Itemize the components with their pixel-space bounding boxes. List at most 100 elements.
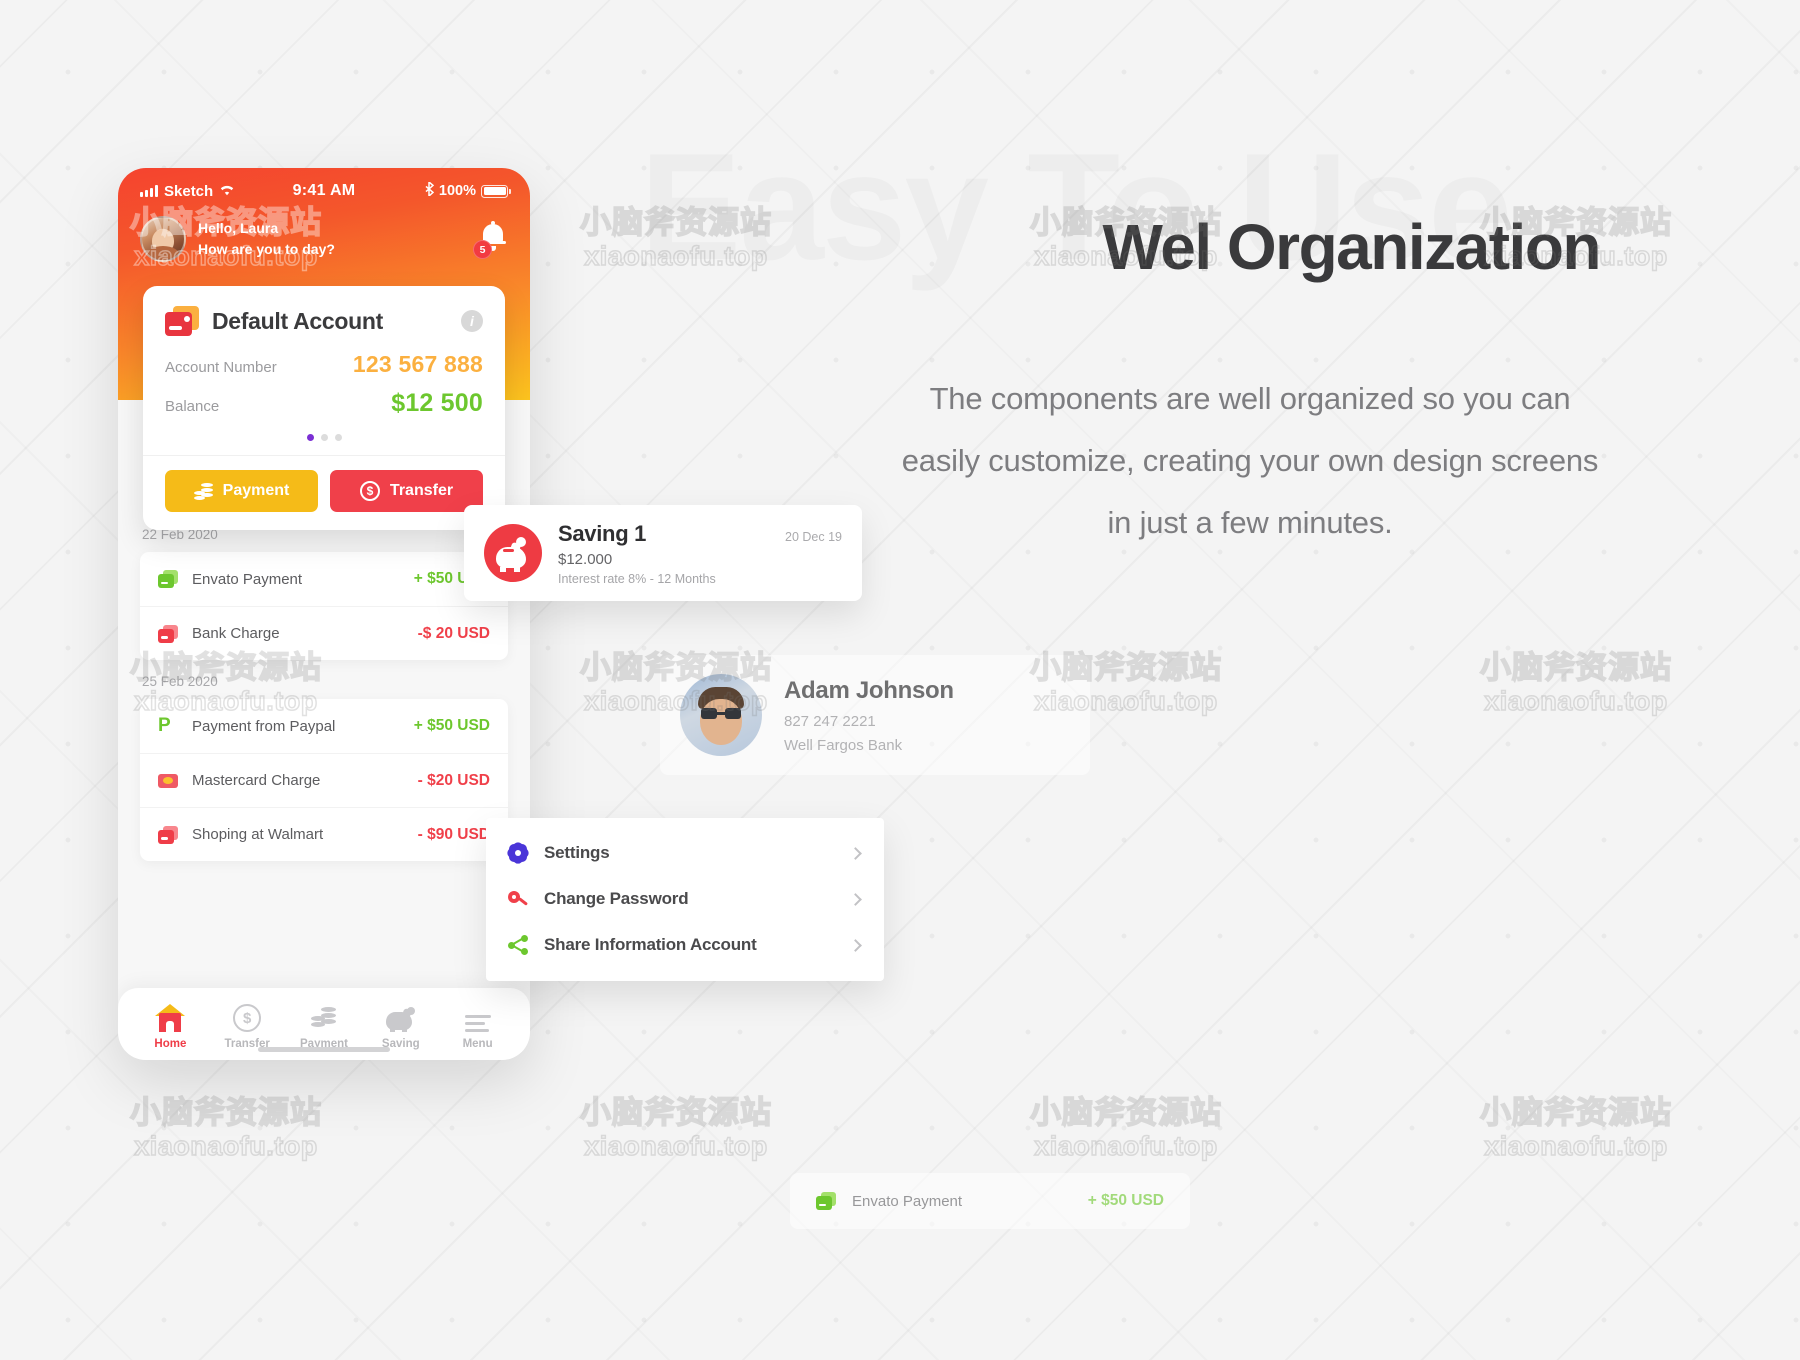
carousel-dot-3[interactable] bbox=[334, 434, 342, 441]
carrier-label: Sketch bbox=[164, 182, 214, 200]
wallet-red-icon bbox=[158, 825, 178, 844]
menu-item-change-password[interactable]: Change Password bbox=[486, 876, 884, 922]
coins-icon bbox=[193, 482, 213, 500]
status-time: 9:41 AM bbox=[292, 182, 356, 199]
settings-menu: Settings Change Password Share Informati… bbox=[486, 818, 884, 981]
transaction-name: Envato Payment bbox=[852, 1192, 963, 1210]
saving-card[interactable]: Saving 1 20 Dec 19 $12.000 Interest rate… bbox=[464, 505, 862, 601]
paypal-icon: P bbox=[158, 715, 171, 736]
transfer-button[interactable]: $ Transfer bbox=[330, 470, 483, 512]
menu-item-share-information-account[interactable]: Share Information Account bbox=[486, 922, 884, 968]
greeting-name: Hello, Laura bbox=[198, 220, 279, 236]
tab-saving[interactable]: Saving bbox=[362, 1002, 439, 1050]
default-account-card[interactable]: Default Account i Account Number 123 567… bbox=[143, 286, 505, 530]
transaction-amount: - $90 USD bbox=[417, 825, 490, 843]
menu-item-label: Share Information Account bbox=[544, 935, 757, 954]
status-bar: Sketch 9:41 AM 100% bbox=[118, 168, 530, 200]
phone-mockup: Sketch 9:41 AM 100% Hello, Laura How are… bbox=[118, 168, 530, 1060]
transfer-dollar-icon: $ bbox=[359, 481, 380, 501]
share-icon bbox=[508, 935, 528, 955]
transaction-name: Mastercard Charge bbox=[192, 772, 321, 789]
balance-value: $12 500 bbox=[391, 389, 483, 417]
account-title: Default Account bbox=[212, 307, 383, 334]
transfer-button-label: Transfer bbox=[389, 482, 454, 499]
transaction-name: Payment from Paypal bbox=[192, 717, 336, 735]
saving-amount: $12.000 bbox=[558, 550, 613, 568]
tab-menu[interactable]: Menu bbox=[439, 1002, 516, 1050]
payment-button-label: Payment bbox=[222, 482, 290, 499]
menu-item-label: Settings bbox=[544, 843, 610, 862]
wallet-green-icon bbox=[816, 1192, 836, 1210]
saving-date: 20 Dec 19 bbox=[785, 529, 842, 544]
balance-label: Balance bbox=[165, 398, 220, 415]
marketing-column: Wel Organization The components are well… bbox=[900, 210, 1602, 554]
profile-phone: 827 247 2221 bbox=[784, 712, 876, 730]
page-title: Wel Organization bbox=[1102, 211, 1601, 283]
transaction-group-date: 25 Feb 2020 bbox=[142, 674, 218, 689]
table-row[interactable]: Envato Payment + $50 USD bbox=[140, 552, 508, 606]
bluetooth-icon bbox=[425, 180, 435, 200]
gear-icon bbox=[505, 840, 531, 866]
transaction-amount: + $50 USD bbox=[1087, 1192, 1164, 1209]
transfer-icon: $ bbox=[233, 1004, 262, 1032]
home-icon bbox=[155, 1004, 186, 1032]
home-indicator bbox=[258, 1047, 390, 1052]
saving-interest-rate: Interest rate 8% - 12 Months bbox=[558, 571, 716, 586]
menu-item-settings[interactable]: Settings bbox=[486, 830, 884, 876]
piggy-bank-icon bbox=[385, 1007, 416, 1032]
menu-item-label: Change Password bbox=[544, 889, 689, 908]
transaction-group: Envato Payment + $50 USD Bank Charge -$ … bbox=[140, 552, 508, 660]
wallet-green-icon bbox=[158, 570, 178, 588]
chevron-right-icon bbox=[849, 846, 862, 860]
key-icon bbox=[508, 889, 528, 909]
tab-transfer[interactable]: $ Transfer bbox=[209, 1002, 286, 1050]
carousel-dot-1[interactable] bbox=[306, 434, 314, 441]
info-icon[interactable]: i bbox=[461, 310, 483, 332]
table-row[interactable]: P Payment from Paypal + $50 USD bbox=[140, 699, 508, 753]
battery-percent-label: 100% bbox=[438, 183, 477, 199]
chevron-right-icon bbox=[849, 892, 862, 906]
signal-bars-icon bbox=[140, 185, 158, 197]
greeting-row: Hello, Laura How are you to day? 5 bbox=[118, 200, 530, 262]
tab-label: Home bbox=[154, 1038, 187, 1050]
transaction-amount: + $50 USD bbox=[413, 717, 490, 734]
table-row[interactable]: Shoping at Walmart - $90 USD bbox=[140, 807, 508, 861]
profile-name: Adam Johnson bbox=[784, 676, 954, 704]
chevron-right-icon bbox=[849, 938, 862, 952]
transaction-group: P Payment from Paypal + $50 USD Masterca… bbox=[140, 699, 508, 861]
marketing-paragraph: The components are well organized so you… bbox=[901, 381, 1599, 540]
notification-badge: 5 bbox=[473, 240, 492, 259]
hamburger-menu-icon bbox=[464, 1014, 491, 1032]
carousel-dots[interactable] bbox=[143, 418, 505, 455]
account-number-label: Account Number bbox=[165, 359, 277, 376]
piggy-bank-icon bbox=[484, 524, 542, 582]
bottom-tab-bar: Home $ Transfer Payment Saving Menu bbox=[118, 988, 530, 1060]
carousel-dot-2[interactable] bbox=[320, 434, 328, 441]
table-row[interactable]: Bank Charge -$ 20 USD bbox=[140, 606, 508, 660]
wifi-icon bbox=[219, 183, 235, 200]
payment-coins-icon bbox=[310, 1006, 337, 1032]
greeting-question: How are you to day? bbox=[198, 241, 335, 257]
transaction-amount: -$ 20 USD bbox=[417, 624, 490, 642]
wallet-icon bbox=[165, 306, 199, 336]
payment-button[interactable]: Payment bbox=[165, 470, 318, 512]
table-row[interactable]: Mastercard Charge - $20 USD bbox=[140, 753, 508, 807]
tab-payment[interactable]: Payment bbox=[286, 1002, 363, 1050]
mastercard-icon bbox=[158, 773, 178, 788]
profile-card[interactable]: Adam Johnson 827 247 2221 Well Fargos Ba… bbox=[660, 655, 1090, 775]
transaction-amount: - $20 USD bbox=[417, 771, 490, 789]
transaction-name: Bank Charge bbox=[192, 625, 280, 642]
user-avatar[interactable] bbox=[140, 216, 186, 262]
tab-home[interactable]: Home bbox=[132, 1002, 209, 1050]
profile-bank: Well Fargos Bank bbox=[784, 736, 903, 754]
avatar bbox=[680, 674, 762, 756]
notification-button[interactable]: 5 bbox=[473, 221, 506, 259]
wallet-red-icon bbox=[158, 624, 178, 643]
battery-icon bbox=[481, 184, 512, 198]
saving-title: Saving 1 bbox=[558, 520, 647, 546]
transaction-name: Envato Payment bbox=[192, 570, 303, 588]
transaction-name: Shoping at Walmart bbox=[192, 826, 324, 843]
tab-label: Menu bbox=[462, 1038, 493, 1050]
account-number-value: 123 567 888 bbox=[352, 351, 483, 377]
floating-transaction-row[interactable]: Envato Payment + $50 USD bbox=[790, 1173, 1190, 1229]
